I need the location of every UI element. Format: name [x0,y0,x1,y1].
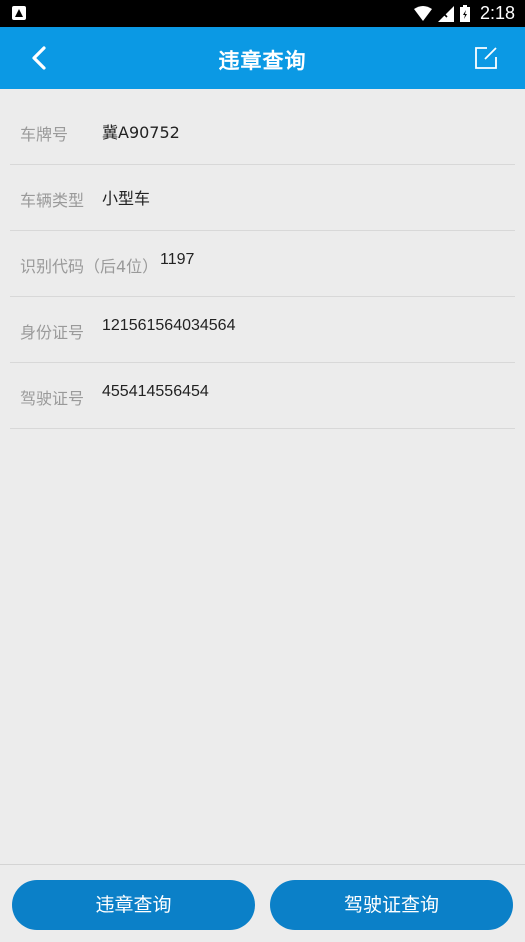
vin-code-label: 识别代码（后4位） [20,257,159,276]
vin-code-value: 1197 [160,251,195,268]
status-time: 2:18 [479,3,515,23]
license-number-value: 455414556454 [102,383,209,400]
vehicle-type-label: 车辆类型 [20,191,85,210]
id-number-row[interactable]: 身份证号 121561564034564 [10,297,515,363]
edit-button[interactable] [471,43,501,73]
license-query-button[interactable]: 驾驶证查询 [270,880,513,930]
edit-icon [475,47,497,69]
plate-number-value: 冀A90752 [102,123,180,142]
status-icons: 2:18 [413,3,515,24]
signal-icon [437,5,454,22]
page-title: 违章查询 [218,49,307,73]
violation-query-button[interactable]: 违章查询 [12,880,255,930]
wifi-icon [413,6,432,21]
vehicle-info-list: 车牌号 冀A90752 车辆类型 小型车 识别代码（后4位） 1197 身份证号… [10,99,515,429]
status-bar: 2:18 [0,0,525,27]
vehicle-type-row[interactable]: 车辆类型 小型车 [10,165,515,231]
plate-number-label: 车牌号 [20,125,69,144]
app-header: 违章查询 [0,27,525,89]
vehicle-type-value: 小型车 [102,189,151,208]
plate-number-row[interactable]: 车牌号 冀A90752 [10,99,515,165]
notification-app-icon [12,6,26,20]
bottom-action-bar: 违章查询 驾驶证查询 [0,864,525,942]
vin-code-row[interactable]: 识别代码（后4位） 1197 [10,231,515,297]
id-number-value: 121561564034564 [102,317,236,334]
id-number-label: 身份证号 [20,323,85,342]
battery-icon [459,5,470,22]
license-number-row[interactable]: 驾驶证号 455414556454 [10,363,515,429]
license-number-label: 驾驶证号 [20,389,85,408]
